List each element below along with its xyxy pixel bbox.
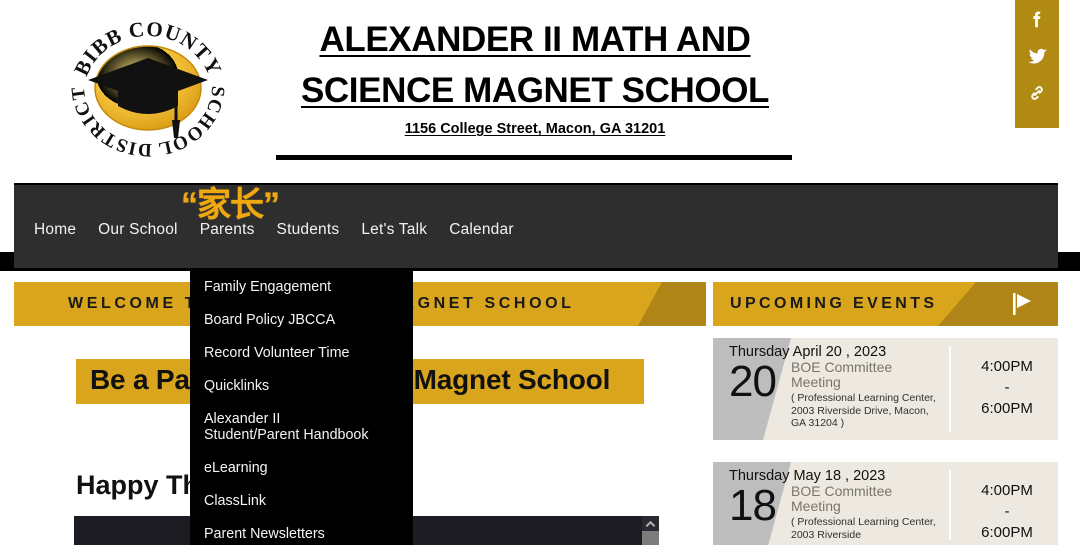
header-divider-rule: [276, 155, 792, 160]
event-card[interactable]: Thursday April 20 , 2023 20 BOE Committe…: [713, 338, 1058, 440]
chevron-up-icon[interactable]: [642, 516, 659, 531]
event-time: 4:00PM - 6:00PM: [981, 358, 1033, 417]
dropdown-item-classlink[interactable]: ClassLink: [190, 493, 413, 509]
dropdown-item-student-parent-handbook[interactable]: Alexander II Student/Parent Handbook: [190, 411, 413, 443]
upcoming-events-header: UPCOMING EVENTS: [713, 282, 1058, 326]
site-header: BIBB COUNTY SCHOOL DISTRICT ALEXANDER II…: [0, 0, 1080, 168]
facebook-icon[interactable]: [1024, 6, 1050, 32]
flag-icon: [1010, 292, 1036, 316]
nav-item-home[interactable]: Home: [34, 221, 76, 239]
event-day-number: 20: [729, 357, 777, 406]
page-root: BIBB COUNTY SCHOOL DISTRICT ALEXANDER II…: [0, 0, 1080, 545]
event-day-number: 18: [729, 481, 777, 530]
dropdown-item-record-volunteer-time[interactable]: Record Volunteer Time: [190, 345, 413, 361]
event-card[interactable]: Thursday May 18 , 2023 18 BOE Committee …: [713, 462, 1058, 545]
parents-dropdown-menu: Family Engagement Board Policy JBCCA Rec…: [190, 270, 413, 545]
events-header-accent: [938, 282, 1058, 326]
school-address: 1156 College Street, Macon, GA 31201: [404, 121, 666, 137]
event-divider: [949, 470, 951, 540]
nav-item-lets-talk[interactable]: Let's Talk: [361, 221, 427, 239]
bibb-county-seal-icon: BIBB COUNTY SCHOOL DISTRICT: [68, 17, 228, 160]
social-links-bar: [1015, 0, 1059, 128]
dropdown-item-elearning[interactable]: eLearning: [190, 460, 413, 476]
nav-item-our-school[interactable]: Our School: [98, 221, 178, 239]
page-title: ALEXANDER II MATH AND SCIENCE MAGNET SCH…: [300, 20, 769, 110]
nav-item-students[interactable]: Students: [277, 221, 340, 239]
scrollbar-thumb[interactable]: [642, 531, 659, 545]
dropdown-item-family-engagement[interactable]: Family Engagement: [190, 279, 413, 295]
event-body: BOE Committee Meeting ( Professional Lea…: [791, 360, 941, 430]
event-time: 4:00PM - 6:00PM: [981, 482, 1033, 541]
welcome-banner-accent: [638, 282, 706, 326]
event-title[interactable]: BOE Committee Meeting: [791, 360, 941, 390]
event-location: ( Professional Learning Center, 2003 Riv…: [791, 516, 936, 541]
panel-scrollbar[interactable]: [642, 516, 659, 545]
event-location: ( Professional Learning Center, 2003 Riv…: [791, 392, 936, 429]
link-icon[interactable]: [1024, 80, 1050, 106]
nav-item-calendar[interactable]: Calendar: [449, 221, 514, 239]
dropdown-item-quicklinks[interactable]: Quicklinks: [190, 378, 413, 394]
main-navigation: Home Our School Parents Students Let's T…: [14, 183, 1058, 268]
event-title[interactable]: BOE Committee Meeting: [791, 484, 941, 514]
school-title-block: ALEXANDER II MATH AND SCIENCE MAGNET SCH…: [270, 14, 800, 137]
twitter-icon[interactable]: [1024, 43, 1050, 69]
district-logo[interactable]: BIBB COUNTY SCHOOL DISTRICT: [62, 10, 234, 160]
upcoming-events-title: UPCOMING EVENTS: [730, 295, 938, 312]
dropdown-item-board-policy-jbcca[interactable]: Board Policy JBCCA: [190, 312, 413, 328]
event-divider: [949, 346, 951, 432]
event-body: BOE Committee Meeting ( Professional Lea…: [791, 484, 941, 541]
annotation-overlay-parents: “家长”: [181, 186, 280, 224]
dropdown-item-parent-newsletters[interactable]: Parent Newsletters: [190, 526, 413, 542]
